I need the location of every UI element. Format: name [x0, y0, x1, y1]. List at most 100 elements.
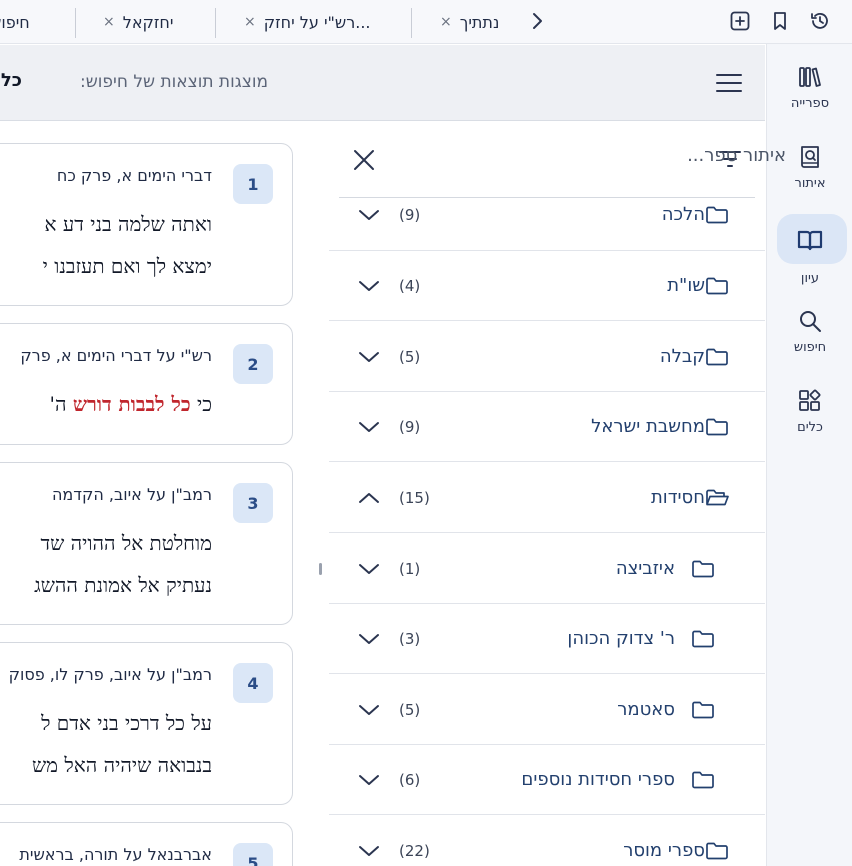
search-result-card[interactable]: 5 אברבנאל על תורה, בראשית [0, 822, 293, 866]
rail-item-study[interactable]: עיון [767, 227, 852, 286]
close-icon[interactable]: × [440, 14, 452, 30]
category-name: הלכה [661, 204, 705, 225]
result-text-line: כי כל לבבות דורש ה' [50, 392, 212, 417]
category-count: (5) [399, 701, 421, 719]
result-text: ה' [49, 392, 73, 416]
result-source[interactable]: דברי הימים א, פרק כח [57, 166, 212, 185]
chevron-down-icon[interactable] [357, 347, 381, 367]
close-icon[interactable]: × [103, 14, 115, 30]
chevron-down-icon[interactable] [357, 700, 381, 720]
filter-category-row[interactable]: (4) שו"ת [329, 251, 765, 321]
tab-divider [215, 8, 216, 38]
filter-category-row[interactable]: (5) קבלה [329, 322, 765, 392]
rail-label: ספרייה [790, 96, 830, 111]
category-count: (1) [399, 560, 421, 578]
history-icon[interactable] [809, 10, 831, 32]
tab-ezekiel[interactable]: × יחזקאל [103, 8, 173, 36]
folder-icon [691, 629, 715, 649]
tab-netatikha[interactable]: × נתתיך [440, 8, 499, 36]
tools-icon [797, 388, 823, 414]
chevron-down-icon[interactable] [357, 417, 381, 437]
search-result-card[interactable]: 3 רמב"ן על איוב, הקדמה מוחלטת אל ההויה שד נ… [0, 462, 293, 625]
category-name: סאטמר [617, 699, 675, 720]
category-name: חסידות [650, 487, 705, 508]
result-text: על כל דרכי בני אדם ל [41, 711, 212, 735]
new-tab-icon[interactable] [729, 10, 751, 32]
rail-item-search[interactable]: חיפוש [767, 308, 852, 355]
tab-label: נתתיך [459, 12, 500, 32]
filter-category-row[interactable]: (5) סאטמר [329, 675, 765, 745]
pane-resize-handle[interactable] [319, 563, 322, 575]
result-text: ואתה שלמה בני דע א [44, 212, 212, 236]
filter-category-row[interactable]: (9) מחשבת ישראל [329, 392, 765, 462]
tab-label: רש"י על יחזק... [263, 12, 371, 32]
result-text: נעתיק אל אמונת ההשג [34, 573, 212, 597]
filter-category-row[interactable]: (1) איזביצה [329, 534, 765, 604]
chevron-down-icon[interactable] [357, 629, 381, 649]
rail-item-library[interactable]: ספרייה [767, 64, 852, 111]
result-source[interactable]: רמב"ן על איוב, הקדמה [52, 485, 212, 504]
rail-item-tools[interactable]: כלים [767, 388, 852, 435]
category-name: ר' צדוק הכוהן [567, 628, 675, 649]
search-result-card[interactable]: 1 דברי הימים א, פרק כח ואתה שלמה בני דע א י… [0, 143, 293, 306]
result-number-badge: 5 [233, 843, 273, 866]
category-count: (4) [399, 277, 421, 295]
folder-icon [691, 559, 715, 579]
chevron-right-icon[interactable] [526, 10, 548, 32]
search-result-card[interactable]: 4 רמב"ן על איוב, פרק לו, פסוק על כל דרכי ב… [0, 642, 293, 805]
bookmark-icon[interactable] [769, 10, 791, 32]
rail-label: כלים [797, 420, 823, 435]
result-text-line: ואתה שלמה בני דע א [45, 212, 212, 237]
chevron-down-icon[interactable] [357, 841, 381, 861]
chevron-down-icon[interactable] [357, 205, 381, 225]
category-name: מחשבת ישראל [591, 416, 705, 437]
search-query: כל + ל [0, 70, 22, 91]
folder-icon [691, 700, 715, 720]
category-count: (22) [399, 842, 430, 860]
filter-category-row[interactable]: (3) ר' צדוק הכוהן [329, 604, 765, 674]
rail-label: חיפוש [793, 340, 827, 355]
side-navigation-rail: ספרייה איתור עיון חיפוש כלים [766, 44, 852, 866]
chevron-down-icon[interactable] [357, 559, 381, 579]
result-source[interactable]: רמב"ן על איוב, פרק לו, פסוק [9, 665, 212, 684]
result-text-line: נעתיק אל אמונת ההשג [34, 573, 212, 598]
result-text: בנבואה שיהיה האל מש [31, 753, 212, 777]
category-name: קבלה [659, 346, 705, 367]
find-book-icon [797, 144, 823, 170]
result-text-line: בנבואה שיהיה האל מש [32, 753, 212, 778]
folder-icon [705, 841, 729, 861]
filter-category-row[interactable]: (15) חסידות [329, 463, 765, 533]
open-book-icon [797, 227, 823, 253]
chevron-up-icon[interactable] [357, 488, 381, 508]
category-name: ספרי חסידות נוספים [521, 769, 675, 790]
chevron-down-icon[interactable] [357, 276, 381, 296]
tab-rashi-ezekiel[interactable]: × רש"י על יחזק... [244, 8, 371, 36]
category-name: ספרי מוסר [623, 840, 705, 861]
search-icon [797, 308, 823, 334]
close-icon[interactable]: × [244, 14, 256, 30]
tab-divider [411, 8, 412, 38]
category-count: (15) [399, 489, 430, 507]
result-number-badge: 2 [233, 344, 273, 384]
category-count: (9) [399, 206, 421, 224]
close-icon[interactable] [351, 147, 377, 173]
result-text: ימצא לך ואם תעזבנו י [42, 254, 212, 278]
tab-label: יחזקאל [122, 12, 174, 32]
tab-search[interactable]: חיפוש [0, 8, 30, 36]
result-text-line: מוחלטת אל ההויה שד [40, 531, 212, 556]
category-count: (6) [399, 771, 421, 789]
filter-category-row[interactable]: (9) הלכה [329, 198, 765, 251]
result-number-badge: 1 [233, 164, 273, 204]
tab-bar: חיפוש × יחזקאל × רש"י על יחזק... × נתתיך [0, 0, 852, 44]
folder-icon [705, 276, 729, 296]
chevron-down-icon[interactable] [357, 770, 381, 790]
result-source[interactable]: רש"י על דברי הימים א, פרק [20, 346, 212, 365]
menu-icon[interactable] [716, 72, 742, 94]
tab-divider [75, 8, 76, 38]
filter-category-row[interactable]: (22) ספרי מוסר [329, 816, 765, 866]
result-source[interactable]: אברבנאל על תורה, בראשית [19, 845, 212, 864]
rail-label: איתור [794, 176, 826, 191]
search-result-card[interactable]: 2 רש"י על דברי הימים א, פרק כי כל לבבות דו… [0, 323, 293, 445]
book-filter-input[interactable]: איתור ספר... [687, 145, 786, 166]
filter-category-row[interactable]: (6) ספרי חסידות נוספים [329, 745, 765, 815]
